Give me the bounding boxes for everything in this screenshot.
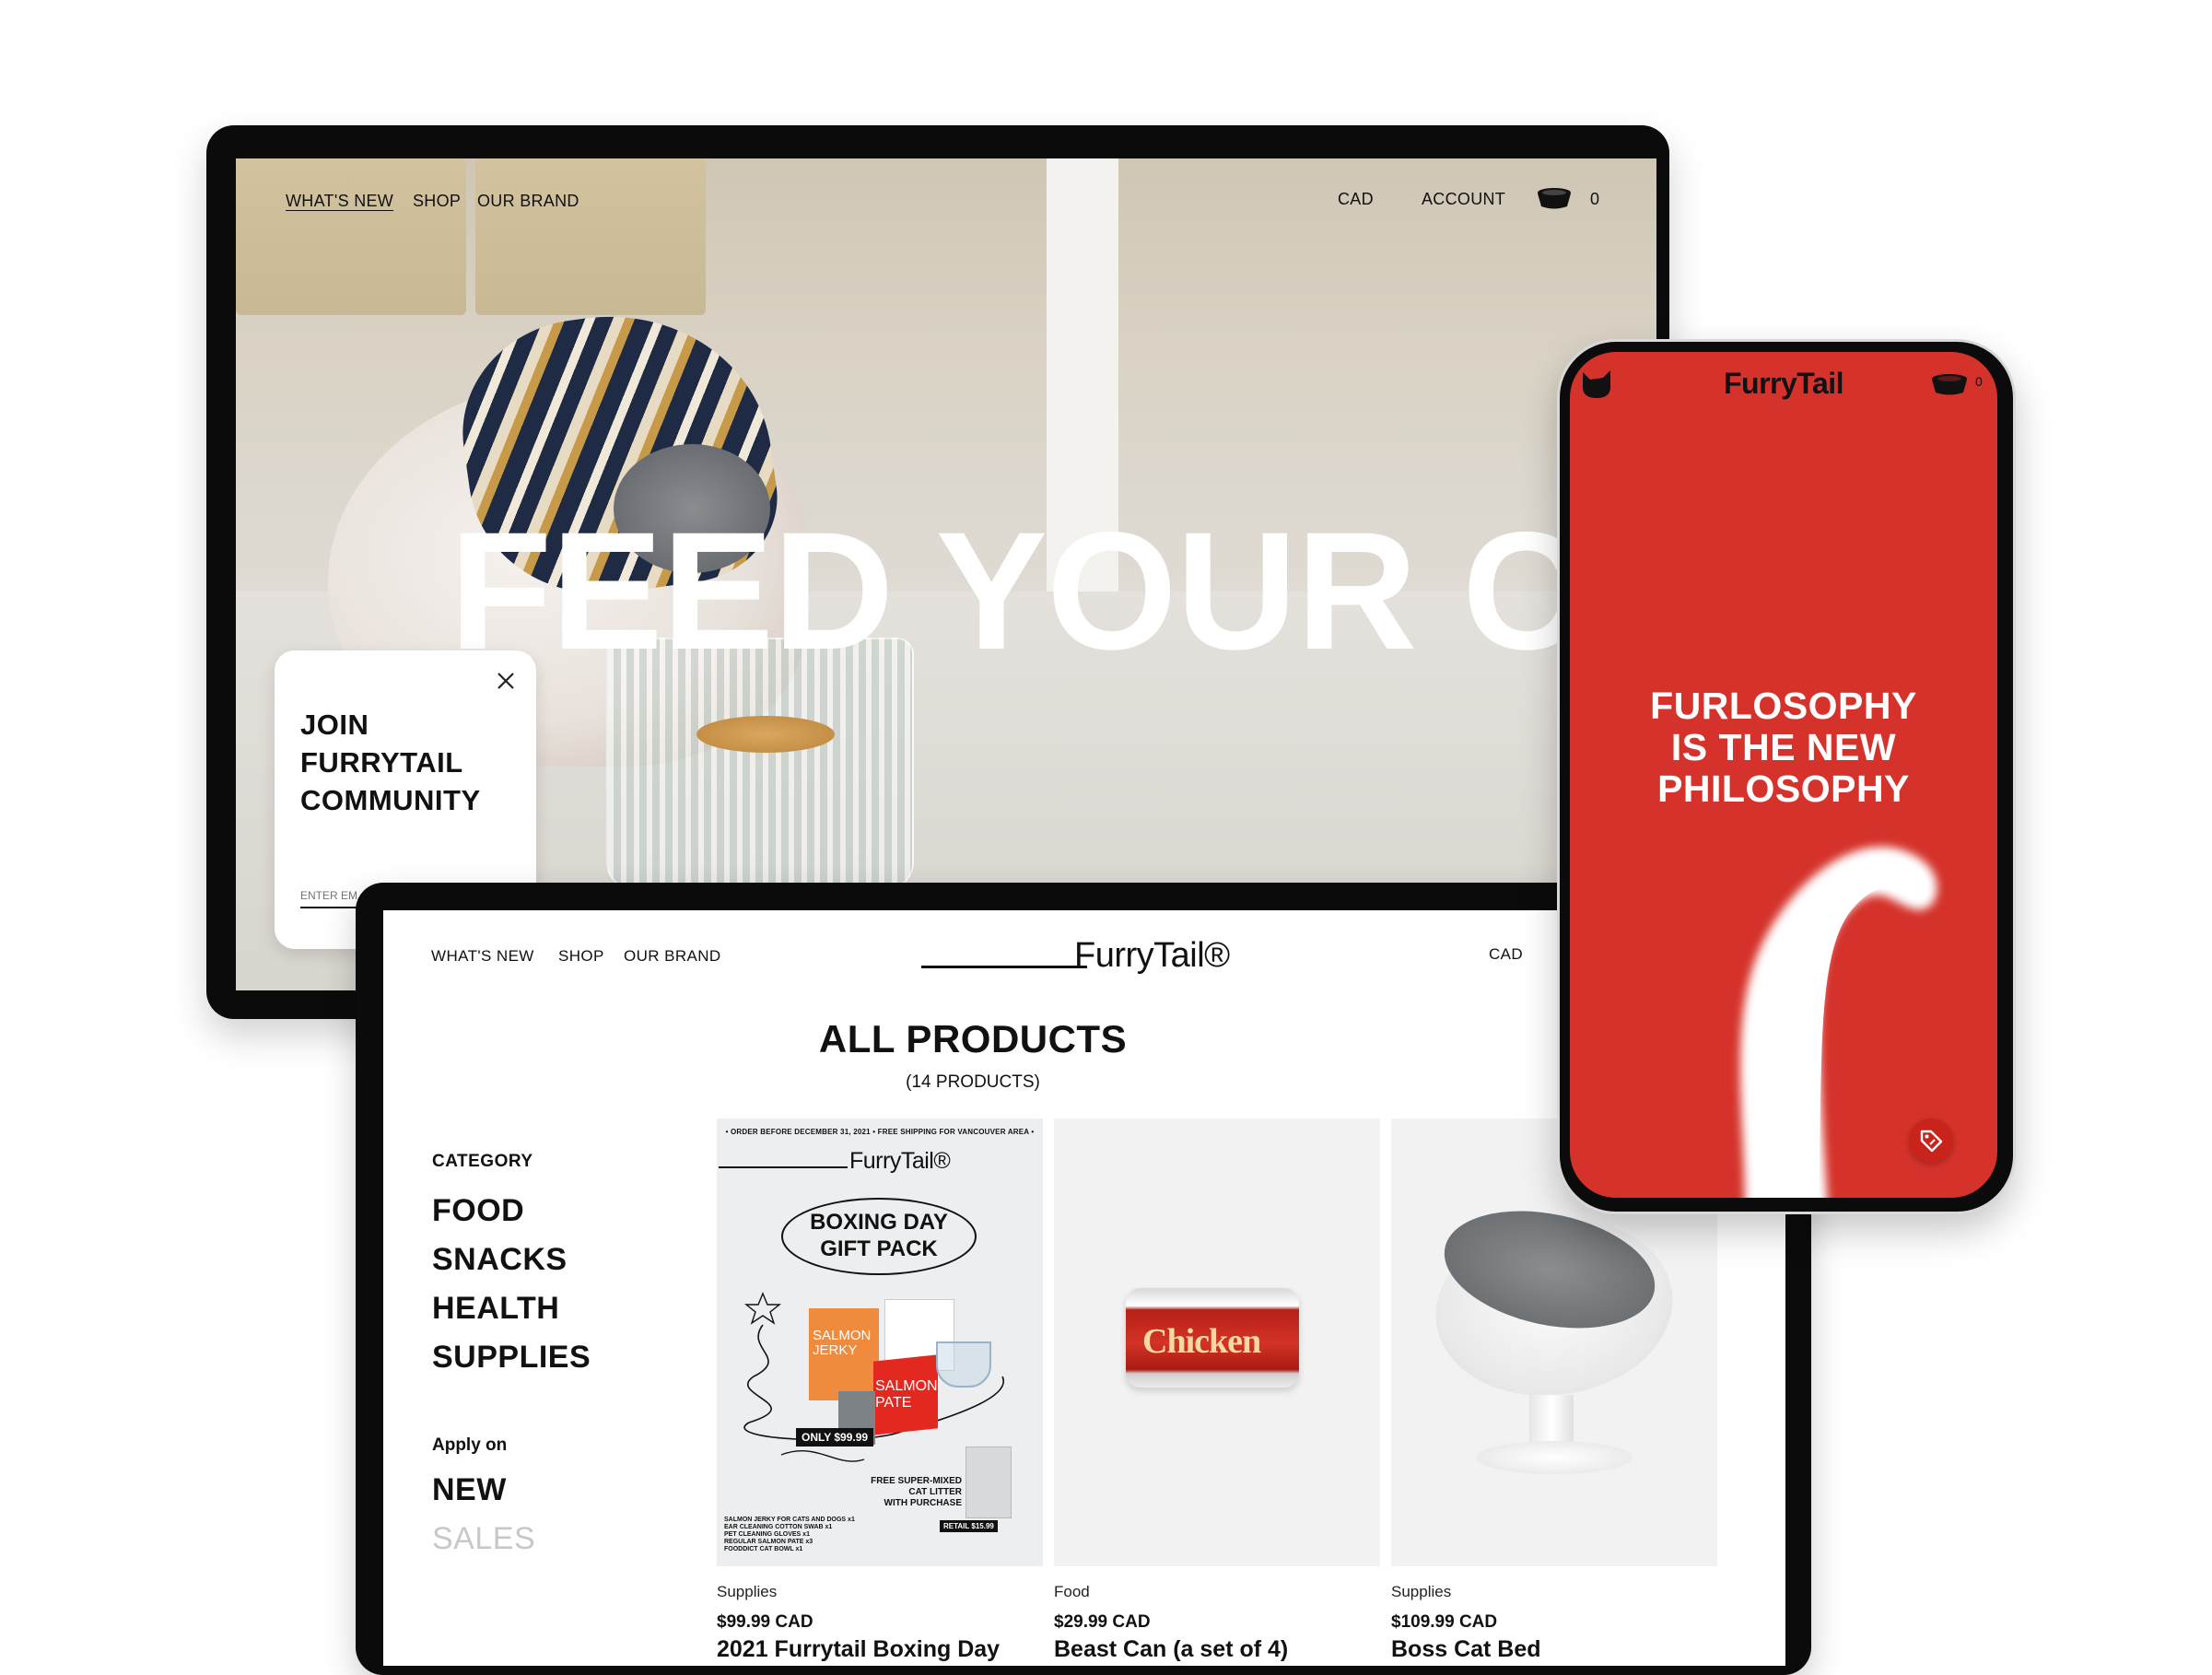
kitchen-cabinet [475,158,706,315]
gift-logo: FurryTail® [849,1148,951,1174]
category-food[interactable]: FOOD [432,1187,591,1236]
salmon-jerky-label: SALMON JERKY [813,1328,872,1358]
popup-title-line: FURRYTAIL [300,746,463,779]
product-price: $29.99 CAD [1054,1612,1151,1632]
gift-banner: • ORDER BEFORE DECEMBER 31, 2021 • FREE … [725,1128,1035,1136]
salmon-pate-label: SALMON PATE [875,1378,938,1411]
currency-selector[interactable]: CAD [1338,190,1374,209]
product-price: $109.99 CAD [1391,1612,1498,1632]
free-line: FREE SUPER-MIXED [871,1476,962,1486]
free-line: WITH PURCHASE [884,1498,962,1508]
filter-new[interactable]: NEW [432,1466,535,1515]
phone-cart-count: 0 [1975,374,1983,389]
cat-litter-bag [966,1447,1012,1518]
close-button[interactable] [492,667,520,695]
product-count-text: (14 PRODUCTS) [906,1072,1040,1092]
category-label: CATEGORY [432,1152,533,1171]
gift-content-line: FOODDICT CAT BOWL x1 [724,1546,803,1552]
gift-logo-line [719,1166,848,1168]
popup-title: JOIN FURRYTAIL COMMUNITY [300,706,481,819]
popup-title-line: JOIN [300,709,369,741]
can-label: Chicken [1142,1322,1261,1361]
product-category: Supplies [717,1583,778,1600]
hero-headline: FEED YOUR CA [450,497,1656,685]
gift-content-line: REGULAR SALMON PATE x3 [724,1539,813,1545]
food-in-bowl [696,716,835,753]
apply-on-label: Apply on [432,1435,508,1455]
gift-content-line: EAR CLEANING COTTON SWAB x1 [724,1524,833,1530]
gift-badge-line: BOXING DAY [810,1210,948,1235]
category-health[interactable]: HEALTH [432,1284,591,1333]
phone-headline-line: PHILOSOPHY [1657,767,1910,810]
product-category: Supplies [1391,1583,1452,1600]
gift-content-line: SALMON JERKY FOR CATS AND DOGS x1 [724,1517,855,1523]
phone-cart-button[interactable] [1929,372,1970,401]
phone-headline-line: FURLOSOPHY [1650,685,1917,727]
free-line: CAT LITTER [908,1487,962,1497]
promo-tag-button[interactable] [1909,1119,1953,1163]
nav-our-brand[interactable]: OUR BRAND [624,947,721,966]
nav-whats-new[interactable]: WHAT'S NEW [286,192,393,211]
product-price: $99.99 CAD [717,1612,813,1632]
category-snacks[interactable]: SNACKS [432,1236,591,1284]
phone-screen: FurryTail 0 FURLOSOPHY IS THE NEW PHILOS… [1570,352,1997,1198]
nav-shop[interactable]: SHOP [413,192,461,211]
product-category: Food [1054,1583,1090,1600]
currency-selector[interactable]: CAD [1489,945,1523,964]
bowl-cart-icon [1538,188,1571,209]
gift-badge-line: GIFT PACK [820,1236,938,1261]
tag-icon [1920,1130,1943,1153]
phone-headline: FURLOSOPHY IS THE NEW PHILOSOPHY [1570,685,1997,810]
kitchen-cabinet [236,158,466,315]
brand-logo[interactable]: FurryTail® [1074,936,1230,976]
bowl-cart-icon [1932,374,1967,395]
gift-price-tag: ONLY $99.99 [796,1428,874,1447]
can-image: Chicken [1126,1288,1299,1388]
product-image-gift-pack[interactable]: • ORDER BEFORE DECEMBER 31, 2021 • FREE … [717,1119,1043,1566]
retail-tag: RETAIL $15.99 [940,1520,998,1532]
cart-button[interactable] [1535,186,1574,215]
apply-list: NEW SALES [432,1466,535,1564]
product-image-beast-can[interactable]: Chicken [1054,1119,1380,1566]
free-litter-text: FREE SUPER-MIXED CAT LITTER WITH PURCHAS… [855,1476,962,1509]
category-list: FOOD SNACKS HEALTH SUPPLIES [432,1187,591,1382]
page-title-text: ALL PRODUCTS [818,1017,1128,1060]
filter-sales[interactable]: SALES [432,1515,535,1564]
nav-whats-new[interactable]: WHAT'S NEW [431,947,534,966]
nav-our-brand[interactable]: OUR BRAND [477,192,579,211]
category-supplies[interactable]: SUPPLIES [432,1333,591,1382]
account-link[interactable]: ACCOUNT [1422,190,1505,209]
phone-headline-line: IS THE NEW [1670,726,1897,768]
logo-line [921,966,1087,968]
gift-contents: SALMON JERKY FOR CATS AND DOGS x1 EAR CL… [724,1517,855,1553]
close-icon [497,673,514,689]
nav-shop[interactable]: SHOP [558,947,604,966]
gift-badge-text: BOXING DAY GIFT PACK [781,1209,977,1262]
cat-bed-base [1476,1441,1633,1474]
gift-content-line: PET CLEANING GLOVES x1 [724,1531,810,1538]
glass-bowl-small [936,1341,991,1388]
popup-title-line: COMMUNITY [300,784,481,816]
cart-count: 0 [1590,190,1600,208]
